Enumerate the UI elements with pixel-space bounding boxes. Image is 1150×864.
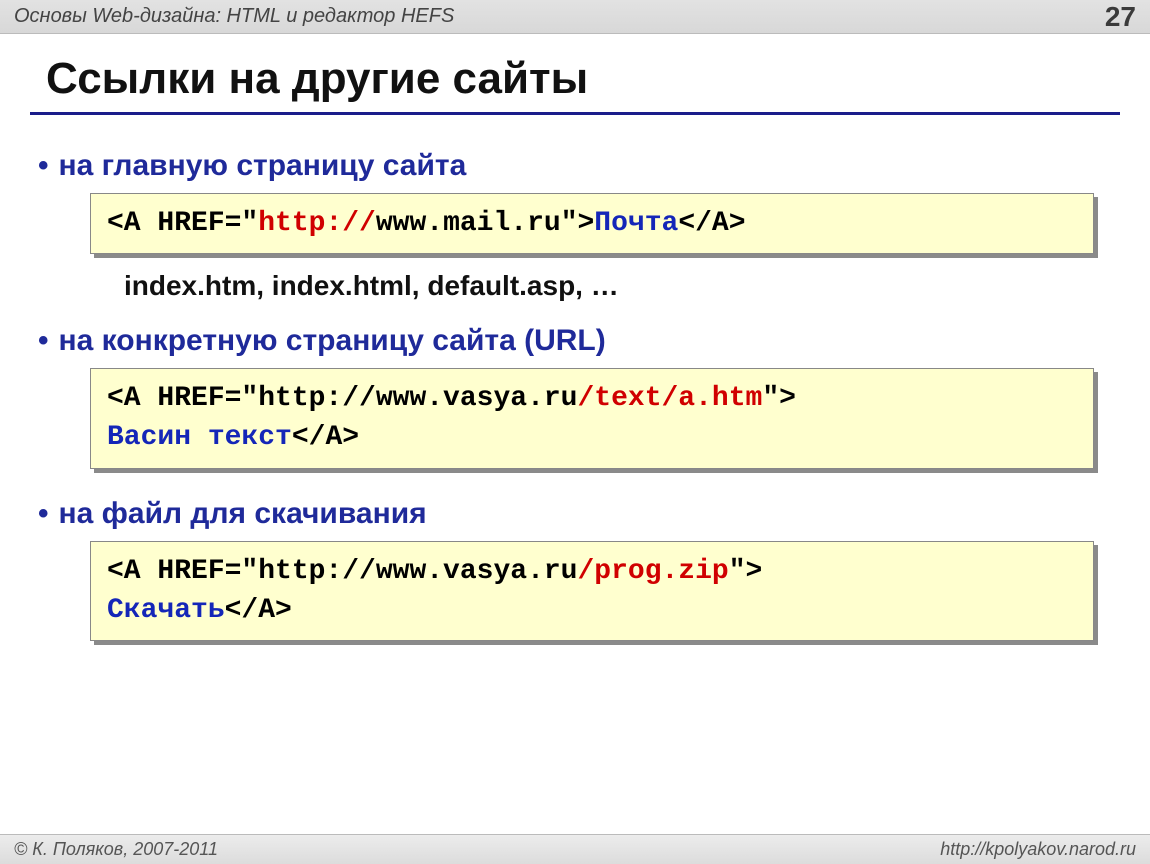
code3-p2: /prog.zip	[577, 556, 728, 587]
code2-p3: ">	[762, 383, 796, 414]
code3-p1: <A HREF="http://www.vasya.ru	[107, 556, 577, 587]
bullet-dot-icon: •	[38, 151, 49, 181]
code2-p5: </A>	[292, 422, 359, 453]
bullet-dot-icon: •	[38, 499, 49, 529]
code3-p4: Скачать	[107, 595, 225, 626]
slide-header: Основы Web-дизайна: HTML и редактор HEFS…	[0, 0, 1150, 34]
code-box-2: <A HREF="http://www.vasya.ru/text/a.htm"…	[90, 368, 1094, 468]
index-files-line: index.htm, index.html, default.asp, …	[124, 270, 1112, 302]
code1-p5: </A>	[678, 208, 745, 239]
footer-copyright: © К. Поляков, 2007-2011	[14, 839, 218, 860]
bullet-dot-icon: •	[38, 326, 49, 356]
slide: Основы Web-дизайна: HTML и редактор HEFS…	[0, 0, 1150, 864]
bullet-2: • на конкретную страницу сайта (URL)	[38, 324, 1112, 358]
slide-footer: © К. Поляков, 2007-2011 http://kpolyakov…	[0, 834, 1150, 864]
code2-p2: /text/a.htm	[577, 383, 762, 414]
bullet-3-text: на файл для скачивания	[59, 497, 427, 531]
code-box-3: <A HREF="http://www.vasya.ru/prog.zip"> …	[90, 541, 1094, 641]
code2-p4: Васин текст	[107, 422, 292, 453]
code1-p4: Почта	[594, 208, 678, 239]
page-number: 27	[1105, 1, 1136, 33]
bullet-3: • на файл для скачивания	[38, 497, 1112, 531]
code3-p5: </A>	[225, 595, 292, 626]
slide-title: Ссылки на другие сайты	[0, 34, 1150, 112]
footer-url: http://kpolyakov.narod.ru	[940, 839, 1136, 860]
code1-p2: http://	[258, 208, 376, 239]
code-box-1: <A HREF="http://www.mail.ru">Почта</A>	[90, 193, 1094, 254]
code2-p1: <A HREF="http://www.vasya.ru	[107, 383, 577, 414]
slide-content: • на главную страницу сайта <A HREF="htt…	[0, 133, 1150, 834]
code1-p3: www.mail.ru">	[376, 208, 594, 239]
bullet-1-text: на главную страницу сайта	[59, 149, 467, 183]
bullet-1: • на главную страницу сайта	[38, 149, 1112, 183]
code3-p3: ">	[729, 556, 763, 587]
course-title: Основы Web-дизайна: HTML и редактор HEFS	[14, 5, 454, 28]
title-rule	[30, 112, 1120, 115]
bullet-2-text: на конкретную страницу сайта (URL)	[59, 324, 606, 358]
code1-p1: <A HREF="	[107, 208, 258, 239]
